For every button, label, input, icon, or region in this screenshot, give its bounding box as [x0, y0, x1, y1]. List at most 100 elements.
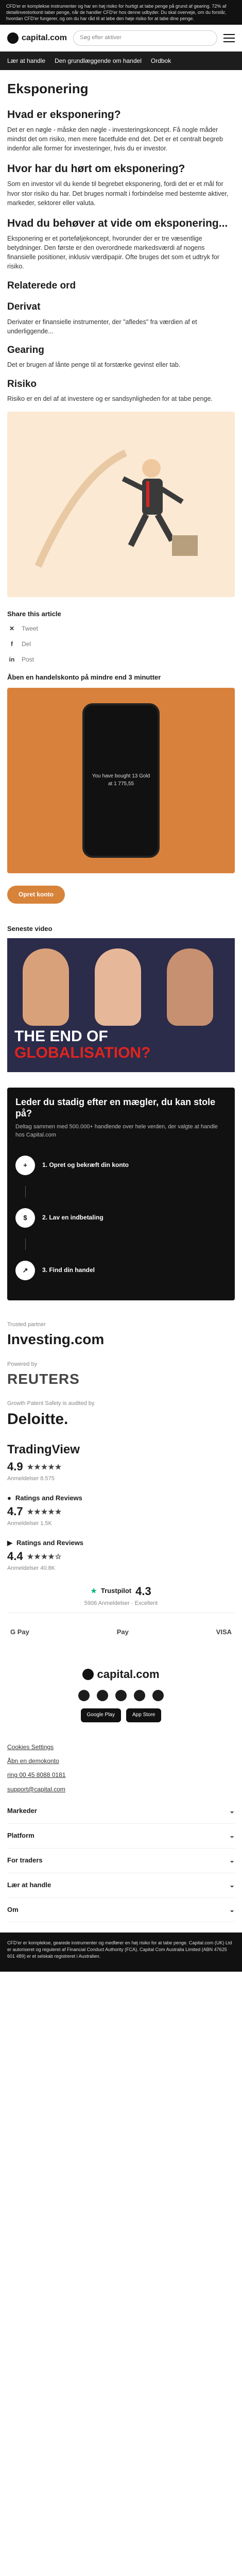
- risk-warning: CFD'er er komplekse instrumenter og har …: [0, 0, 242, 25]
- footer-logo-text: capital.com: [97, 1668, 160, 1681]
- tradingview-logo: TradingView: [7, 1442, 80, 1456]
- app-store-button[interactable]: App Store: [126, 1708, 162, 1722]
- trustpilot-star-icon: ★: [91, 1587, 97, 1595]
- apple-icon: ●: [7, 1494, 11, 1502]
- section-text: Det er brugen af lånte penge til at fors…: [7, 361, 181, 369]
- instagram-icon[interactable]: [115, 1690, 127, 1702]
- star-icons: ★★★★☆: [27, 1552, 62, 1561]
- rating-score: 4.7: [7, 1505, 23, 1518]
- section-heading: Hvad du behøver at vide om eksponering..…: [7, 217, 228, 229]
- share-label: Tweet: [22, 625, 39, 633]
- star-icons: ★★★★★: [27, 1507, 62, 1516]
- ratings-title: Ratings and Reviews: [15, 1494, 82, 1502]
- share-title: Share this article: [7, 610, 61, 618]
- rating-count: Anmeldelser 40.8K: [7, 1565, 55, 1571]
- chevron-down-icon: ⌄: [229, 1856, 235, 1864]
- demo-link[interactable]: Åbn en demokonto: [7, 1757, 235, 1766]
- star-icons: ★★★★★: [27, 1463, 62, 1471]
- crumb-glossary[interactable]: Ordbok: [151, 57, 171, 65]
- rating-count: 5906 Anmeldelser · Excellent: [84, 1600, 158, 1606]
- footer-menu-markets[interactable]: Markeder ⌄: [7, 1799, 235, 1824]
- person-image: [95, 948, 141, 1026]
- facebook-icon[interactable]: [78, 1690, 90, 1702]
- gpay-icon: G Pay: [10, 1628, 29, 1636]
- menu-icon[interactable]: [223, 33, 235, 42]
- search-placeholder: Søg efter aktiver: [80, 34, 122, 41]
- step-label: 2. Lav en indbetaling: [42, 1214, 103, 1222]
- footer-menu-learn[interactable]: Lær at handle ⌄: [7, 1873, 235, 1898]
- menu-label: Lær at handle: [7, 1880, 51, 1889]
- linkedin-icon[interactable]: [134, 1690, 145, 1702]
- video-title: Seneste video: [7, 925, 53, 933]
- footer-disclaimer: CFD'er er komplekse, gearede instrumente…: [0, 1933, 242, 1972]
- share-twitter[interactable]: ✕ Tweet: [7, 624, 235, 634]
- chevron-down-icon: ⌄: [229, 1880, 235, 1889]
- steps-card: Leder du stadig efter en mægler, du kan …: [7, 1088, 235, 1301]
- step-label: 3. Find din handel: [42, 1266, 95, 1274]
- person-image: [167, 948, 213, 1026]
- header: capital.com Søg efter aktiver: [0, 25, 242, 52]
- section-text: Det er en nøgle - måske den nøgle - inve…: [7, 126, 223, 152]
- chart-icon: ↗: [15, 1261, 35, 1281]
- search-input[interactable]: Søg efter aktiver: [73, 30, 217, 46]
- logo-icon: [82, 1669, 94, 1681]
- ratings-title: Ratings and Reviews: [16, 1538, 84, 1547]
- investing-logo: Investing.com: [7, 1331, 105, 1348]
- deposit-icon: $: [15, 1208, 35, 1228]
- trust-label: Trusted partner: [7, 1321, 46, 1328]
- section-text: Som en investor vil du kende til begrebe…: [7, 180, 229, 207]
- hero-illustration: [7, 412, 235, 598]
- rating-count: Anmeldelser 1.5K: [7, 1520, 52, 1527]
- x-icon[interactable]: [97, 1690, 108, 1702]
- crumb-basics[interactable]: Den grundlæggende om handel: [55, 57, 142, 65]
- visa-icon: VISA: [216, 1628, 232, 1636]
- share-facebook[interactable]: f Del: [7, 640, 235, 649]
- google-play-icon: ▶: [7, 1538, 12, 1547]
- facebook-icon: f: [11, 640, 13, 648]
- rating-score: 4.9: [7, 1460, 23, 1473]
- section-heading: Hvor har du hørt om eksponering?: [7, 163, 185, 175]
- rating-score: 4.3: [135, 1584, 151, 1598]
- person-image: [23, 948, 69, 1026]
- email-link[interactable]: support@capital.com: [7, 1785, 235, 1794]
- related-term[interactable]: Risiko: [7, 377, 235, 392]
- payment-methods: G Pay Pay VISA: [7, 1613, 235, 1652]
- steps-title: Leder du stadig efter en mægler, du kan …: [15, 1097, 216, 1118]
- cookies-link[interactable]: Cookies Settings: [7, 1743, 235, 1752]
- promo-image: You have bought 13 Gold at 1 775,55: [7, 687, 235, 873]
- chevron-down-icon: ⌄: [229, 1832, 235, 1840]
- google-play-button[interactable]: Google Play: [80, 1708, 121, 1722]
- share-label: Del: [22, 640, 31, 648]
- phone-mockup: You have bought 13 Gold at 1 775,55: [82, 703, 160, 858]
- step-label: 1. Opret og bekræft din konto: [42, 1161, 129, 1169]
- twitter-icon: ✕: [9, 625, 15, 633]
- related-term[interactable]: Gearing: [7, 343, 235, 358]
- menu-label: For traders: [7, 1856, 43, 1864]
- logo[interactable]: capital.com: [7, 32, 67, 44]
- crumb-learn[interactable]: Lær at handle: [7, 57, 45, 65]
- applepay-icon: Pay: [116, 1628, 129, 1636]
- rating-count: Anmeldelser 8.575: [7, 1476, 55, 1482]
- rating-score: 4.4: [7, 1549, 23, 1563]
- phone-link[interactable]: ring 00 45 8088 0181: [7, 1771, 235, 1780]
- breadcrumb: Lær at handle Den grundlæggende om hande…: [0, 52, 242, 70]
- reuters-logo: REUTERS: [7, 1370, 80, 1387]
- footer-menu-about[interactable]: Om ⌄: [7, 1898, 235, 1923]
- section-text: Eksponering er et porteføljekoncept, hvo…: [7, 235, 220, 270]
- running-man-illustration: [34, 449, 198, 568]
- footer-logo[interactable]: capital.com: [7, 1666, 235, 1683]
- footer-menu-traders[interactable]: For traders ⌄: [7, 1849, 235, 1873]
- logo-icon: [7, 32, 19, 44]
- phone-text: You have bought 13 Gold at 1 775,55: [92, 773, 150, 787]
- related-term[interactable]: Derivat: [7, 300, 235, 314]
- footer-menu-platform[interactable]: Platform ⌄: [7, 1824, 235, 1849]
- share-linkedin[interactable]: in Post: [7, 655, 235, 665]
- chevron-down-icon: ⌄: [229, 1905, 235, 1913]
- youtube-icon[interactable]: [152, 1690, 164, 1702]
- promo-title: Åben en handelskonto på mindre end 3 min…: [7, 673, 161, 682]
- menu-label: Om: [7, 1905, 19, 1913]
- open-account-button[interactable]: Opret konto: [7, 885, 65, 904]
- section-heading: Hvad er eksponering?: [7, 108, 121, 121]
- video-thumbnail[interactable]: THE END OF GLOBALISATION?: [7, 938, 235, 1073]
- linkedin-icon: in: [9, 656, 15, 664]
